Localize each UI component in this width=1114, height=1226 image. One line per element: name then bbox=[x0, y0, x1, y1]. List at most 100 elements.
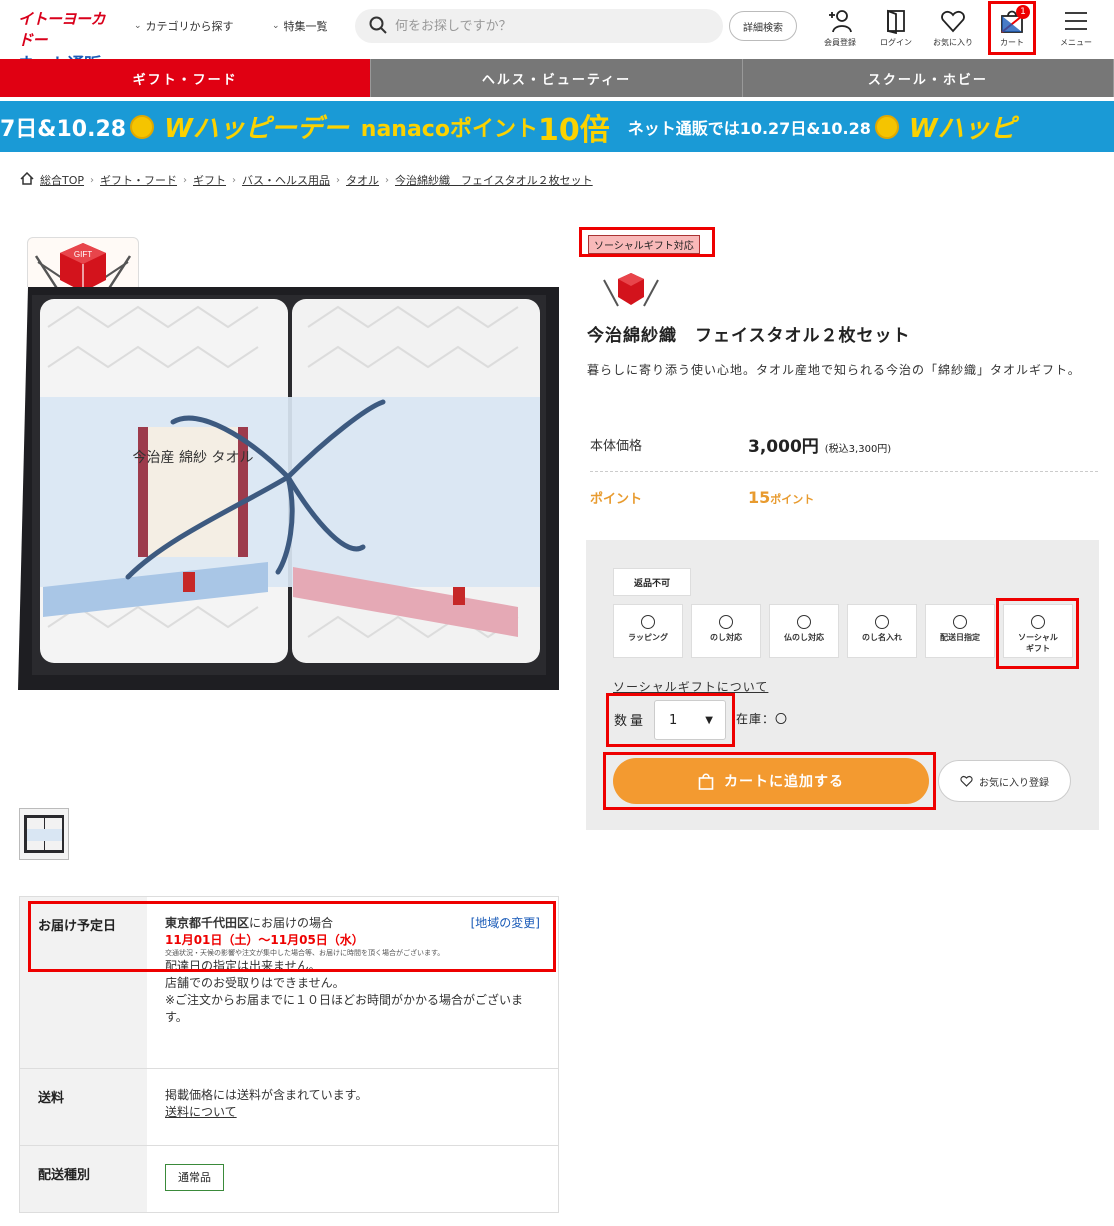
chevron-right-icon: › bbox=[232, 174, 237, 186]
logo-line1: イトーヨーカドー bbox=[18, 10, 106, 49]
breadcrumb-current[interactable]: 今治綿紗織 フェイスタオル２枚セット bbox=[395, 172, 593, 188]
chevron-right-icon: › bbox=[385, 174, 390, 186]
gift-icon bbox=[600, 270, 662, 310]
banner-w-happy: Wハッピーデー bbox=[164, 114, 349, 144]
price-label: 本体価格 bbox=[590, 439, 643, 454]
point-unit: ポイント bbox=[770, 493, 815, 506]
shipping-label: 送料 bbox=[20, 1069, 147, 1145]
chevron-right-icon: › bbox=[183, 174, 188, 186]
option-wrapping[interactable]: ラッピング bbox=[613, 604, 683, 658]
breadcrumb-top[interactable]: 総合TOP bbox=[40, 172, 84, 188]
banner-ten: 10倍 bbox=[537, 112, 610, 148]
breadcrumb-gift-food[interactable]: ギフト・フード bbox=[100, 172, 177, 188]
delivery-highlight-box bbox=[28, 901, 556, 972]
chevron-right-icon: › bbox=[336, 174, 341, 186]
detail-search-button[interactable]: 詳細検索 bbox=[729, 11, 797, 41]
tab-health-beauty[interactable]: ヘルス・ビューティー bbox=[371, 59, 743, 97]
delivery-type-tag: 通常品 bbox=[165, 1164, 224, 1191]
coin-icon bbox=[874, 114, 899, 139]
caret-down-icon: ▼ bbox=[705, 714, 713, 726]
site-logo[interactable]: イトーヨーカドー ネット通販 bbox=[18, 8, 118, 75]
shipping-link[interactable]: 送料について bbox=[165, 1105, 237, 1119]
breadcrumb-towel[interactable]: タオル bbox=[346, 172, 379, 188]
favorites-icon bbox=[941, 11, 965, 33]
heart-icon bbox=[960, 775, 973, 787]
login-label: ログイン bbox=[880, 38, 912, 47]
quantity-value: 1 bbox=[669, 712, 678, 728]
radio-icon bbox=[953, 615, 967, 629]
gift-badge-text: GIFT bbox=[74, 250, 92, 259]
cart-count-badge: 1 bbox=[1016, 5, 1030, 19]
shipping-text: 掲載価格には送料が含まれています。 bbox=[165, 1088, 368, 1102]
radio-icon bbox=[797, 615, 811, 629]
quantity-select[interactable]: 1 ▼ bbox=[654, 700, 726, 740]
chevron-down-icon: ⌄ bbox=[134, 21, 142, 31]
member-register-label: 会員登録 bbox=[824, 38, 856, 47]
menu-label: メニュー bbox=[1060, 38, 1092, 47]
nav-category-label: カテゴリから探す bbox=[145, 20, 234, 33]
breadcrumb: 総合TOP › ギフト・フード › ギフト › バス・ヘルス用品 › タオル ›… bbox=[20, 171, 593, 188]
search-bar bbox=[355, 9, 723, 43]
member-register-button[interactable]: 会員登録 bbox=[815, 8, 865, 48]
banner-net-text: ネット通販では10.27日&10.28 bbox=[627, 118, 871, 138]
add-to-cart-label: カートに追加する bbox=[724, 774, 844, 790]
chevron-down-icon: ⌄ bbox=[272, 21, 280, 31]
delivery-type-content: 通常品 bbox=[147, 1146, 558, 1212]
product-title: 今治綿紗織 フェイスタオル２枚セット bbox=[587, 326, 911, 346]
shipping-row: 送料 掲載価格には送料が含まれています。 送料について bbox=[20, 1069, 558, 1146]
coin-icon bbox=[130, 114, 155, 139]
favorites-button[interactable]: お気に入り bbox=[928, 8, 978, 48]
quantity-label: 数量 bbox=[614, 714, 647, 729]
point-label: ポイント bbox=[590, 492, 643, 507]
option-buddhist-noshi[interactable]: 仏のし対応 bbox=[769, 604, 839, 658]
home-icon[interactable] bbox=[20, 171, 34, 188]
menu-button[interactable]: メニュー bbox=[1051, 8, 1101, 48]
radio-icon bbox=[641, 615, 655, 629]
chevron-right-icon: › bbox=[90, 174, 95, 186]
breadcrumb-gift[interactable]: ギフト bbox=[193, 172, 226, 188]
box-label-text: 今治産 綿紗 タオル bbox=[133, 450, 254, 466]
add-favorite-button[interactable]: お気に入り登録 bbox=[938, 760, 1071, 802]
stock-status: 在庫：〇 bbox=[736, 712, 789, 726]
menu-icon bbox=[1065, 12, 1087, 30]
search-icon[interactable] bbox=[369, 16, 387, 37]
member-register-icon bbox=[829, 10, 852, 33]
tab-gift-food[interactable]: ギフト・フード bbox=[0, 59, 372, 97]
product-description: 暮らしに寄り添う使い心地。タオル産地で知られる今治の「綿紗織」タオルギフト。 bbox=[587, 363, 1081, 377]
social-gift-tag-box: ソーシャルギフト対応 bbox=[579, 227, 715, 257]
nav-category[interactable]: ⌄ カテゴリから探す bbox=[134, 18, 234, 34]
option-noshi-name[interactable]: のし名入れ bbox=[847, 604, 917, 658]
option-label: のし名入れ bbox=[862, 633, 902, 642]
thumbnail-image[interactable] bbox=[19, 808, 69, 860]
option-label: ラッピング bbox=[628, 633, 668, 642]
radio-icon bbox=[875, 615, 889, 629]
banner-w-happy-2: Wハッピ bbox=[908, 114, 1016, 144]
category-tabs: ギフト・フード ヘルス・ビューティー スクール・ホビー bbox=[0, 59, 1114, 97]
social-option-highlight-box bbox=[996, 598, 1079, 669]
breadcrumb-bath-health[interactable]: バス・ヘルス用品 bbox=[242, 172, 330, 188]
add-to-cart-button[interactable]: カートに追加する bbox=[613, 758, 929, 804]
product-image[interactable]: 今治産 綿紗 タオル bbox=[18, 287, 559, 690]
option-noshi[interactable]: のし対応 bbox=[691, 604, 761, 658]
point-value: 15ポイント bbox=[748, 488, 814, 507]
option-label: 仏のし対応 bbox=[784, 633, 824, 642]
price-tax: (税込3,300円) bbox=[824, 444, 892, 455]
login-icon bbox=[887, 9, 905, 34]
promo-banner[interactable]: 7日&10.28 Wハッピーデー nanacoポイント 10倍 ネット通販では1… bbox=[0, 101, 1114, 152]
nav-feature[interactable]: ⌄ 特集一覧 bbox=[272, 18, 328, 34]
option-label: 配送日指定 bbox=[940, 633, 980, 642]
option-delivery-date[interactable]: 配送日指定 bbox=[925, 604, 995, 658]
site-header: イトーヨーカドー ネット通販 ⌄ カテゴリから探す ⌄ 特集一覧 詳細検索 会員… bbox=[0, 0, 1114, 75]
delivery-line: ※ご注文からお届までに１０日ほどお時間がかかる場合がございます。 bbox=[165, 993, 524, 1024]
price-value: 3,000円 (税込3,300円) bbox=[748, 432, 891, 457]
price-amount: 3,000円 bbox=[748, 437, 819, 457]
add-favorite-label: お気に入り登録 bbox=[979, 777, 1049, 789]
delivery-line: 店舗でのお受取りはできません。 bbox=[165, 976, 345, 990]
point-number: 15 bbox=[748, 488, 771, 507]
tab-school-hobby[interactable]: スクール・ホビー bbox=[743, 59, 1114, 97]
delivery-type-label: 配送種別 bbox=[20, 1146, 147, 1212]
no-return-badge: 返品不可 bbox=[613, 568, 691, 596]
search-input[interactable] bbox=[395, 18, 695, 34]
login-button[interactable]: ログイン bbox=[871, 8, 921, 48]
shipping-content: 掲載価格には送料が含まれています。 送料について bbox=[147, 1069, 558, 1145]
